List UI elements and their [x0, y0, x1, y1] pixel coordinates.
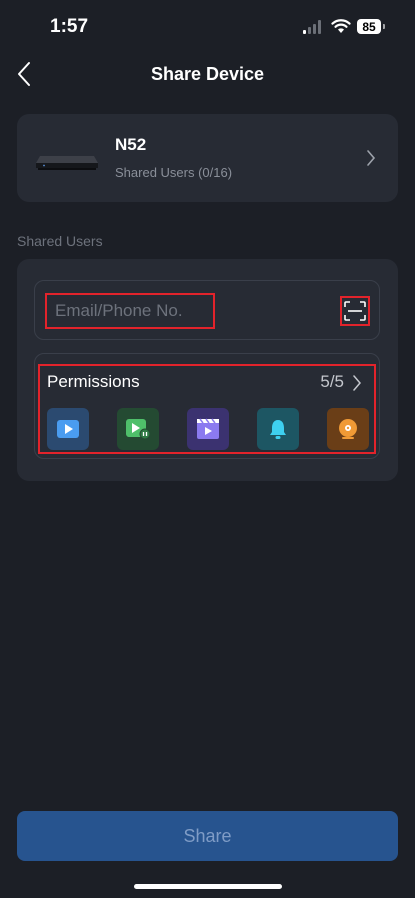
scan-qr-icon	[344, 301, 366, 321]
storage-disk-icon	[327, 408, 369, 450]
shared-users-count: Shared Users (0/16)	[115, 165, 233, 180]
battery-indicator: 85	[357, 19, 381, 34]
email-phone-input[interactable]	[45, 293, 215, 329]
notification-bell-icon	[257, 408, 299, 450]
device-name: N52	[115, 135, 147, 154]
scan-button[interactable]	[340, 296, 370, 326]
live-view-icon	[47, 408, 89, 450]
device-card[interactable]: N52 Shared Users (0/16)	[17, 114, 398, 202]
playback-icon	[117, 408, 159, 450]
permissions-count: 5/5	[320, 372, 344, 391]
status-time: 1:57	[50, 16, 89, 37]
video-clip-icon	[187, 408, 229, 450]
shared-users-card: Permissions 5/5	[17, 259, 398, 481]
wifi-icon	[331, 19, 351, 33]
section-label: Shared Users	[17, 233, 103, 249]
permissions-box: Permissions 5/5	[38, 364, 376, 454]
cellular-signal-icon	[303, 20, 321, 34]
chevron-right-icon	[353, 375, 361, 391]
permissions-row[interactable]: Permissions 5/5	[34, 353, 380, 459]
nav-bar: Share Device	[0, 56, 415, 92]
share-button[interactable]: Share	[17, 811, 398, 861]
status-bar: 1:57 85	[0, 0, 415, 56]
page-title: Share Device	[150, 64, 265, 84]
chevron-right-icon	[367, 150, 376, 166]
email-row	[34, 280, 380, 340]
home-indicator	[134, 884, 282, 889]
permissions-label: Permissions	[47, 372, 140, 391]
nvr-device-image	[36, 156, 98, 170]
permission-icons	[47, 408, 369, 450]
battery-tip	[383, 24, 385, 29]
